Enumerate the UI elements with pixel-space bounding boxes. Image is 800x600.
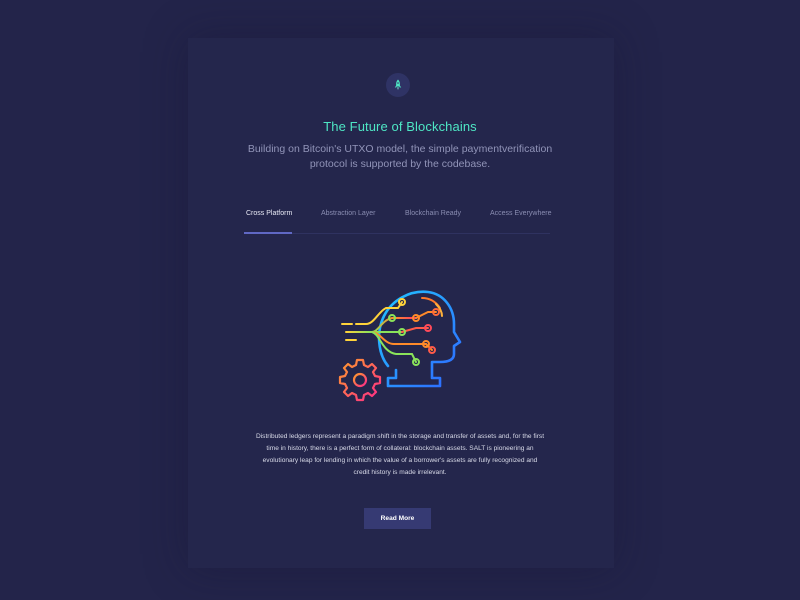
ai-head-gear-icon [332, 282, 468, 406]
tab-content-text: Distributed ledgers represent a paradigm… [255, 433, 545, 476]
tab-cross-platform[interactable]: Cross Platform [246, 210, 292, 217]
section-title: The Future of Blockchains [323, 119, 477, 134]
rocket-icon [386, 73, 410, 97]
tab-abstraction-layer[interactable]: Abstraction Layer [321, 210, 375, 217]
read-more-button[interactable]: Read More [364, 508, 431, 529]
tab-blockchain-ready[interactable]: Blockchain Ready [405, 210, 461, 217]
section-subtitle: Building on Bitcoin's UTXO model, the si… [247, 143, 553, 170]
tab-bar: Cross Platform Abstraction Layer Blockch… [244, 200, 551, 234]
tab-access-everywhere[interactable]: Access Everywhere [490, 210, 551, 217]
active-tab-indicator [244, 232, 292, 234]
